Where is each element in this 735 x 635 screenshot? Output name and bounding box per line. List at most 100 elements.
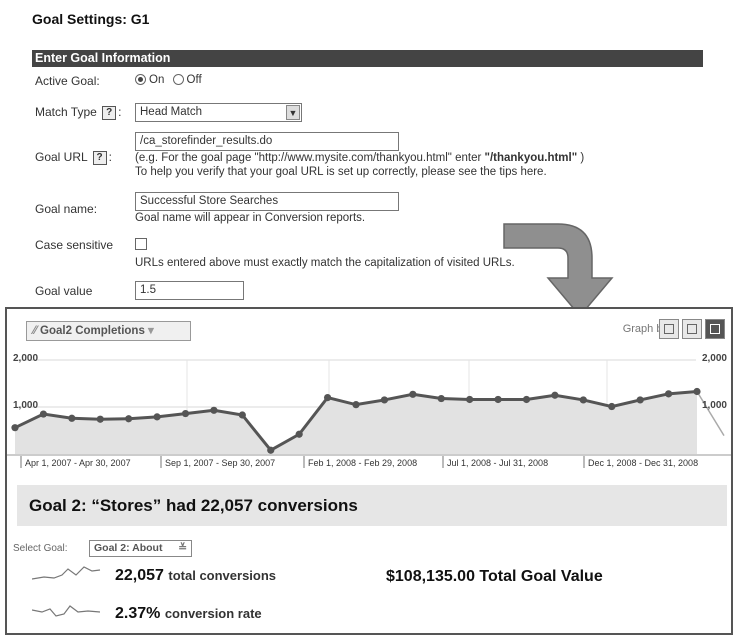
- select-goal-label: Select Goal:: [13, 543, 68, 554]
- section-header: Enter Goal Information: [32, 50, 703, 67]
- goal-value-wrap: 1.5: [135, 281, 244, 300]
- goal-url-input[interactable]: /ca_storefinder_results.do: [135, 132, 399, 151]
- total-goal-value: $108,135.00 Total Goal Value: [386, 568, 603, 585]
- y-tick-label-left: 2,000: [13, 353, 38, 364]
- calendar-week-icon: [687, 324, 697, 334]
- match-type-wrap: Head Match ▼: [135, 103, 302, 122]
- x-tick-label: Sep 1, 2007 - Sep 30, 2007: [165, 458, 275, 468]
- data-point: [466, 395, 474, 404]
- chevron-down-icon: ≚: [178, 542, 187, 554]
- case-sensitive-label: Case sensitive: [35, 238, 114, 252]
- data-point: [380, 396, 389, 404]
- active-goal-label: Active Goal:: [35, 74, 100, 88]
- graph-by-month-button[interactable]: [705, 319, 725, 339]
- conversion-rate: 2.37% conversion rate: [115, 605, 262, 623]
- data-point: [409, 390, 417, 398]
- x-tick-label: Feb 1, 2008 - Feb 29, 2008: [308, 458, 417, 468]
- goal-chart: 2,000 2,000 1,000 1,000 Apr 1, 2007 - Apr 30…: [7, 342, 731, 472]
- conversions-sparkline-icon: [32, 566, 101, 580]
- active-goal-control: On Off: [135, 74, 202, 86]
- data-point: [352, 401, 360, 409]
- help-icon[interactable]: ?: [102, 105, 117, 120]
- goal-name-input[interactable]: Successful Store Searches: [135, 192, 399, 211]
- help-icon[interactable]: ?: [92, 150, 107, 165]
- goal-url-hint: (e.g. For the goal page "http://www.mysi…: [135, 151, 584, 165]
- goal-summary: Goal 2: “Stores” had 22,057 conversions: [17, 485, 727, 526]
- data-point: [295, 430, 303, 438]
- conversion-rate-sparkline-icon: [32, 605, 101, 617]
- calendar-month-icon: [710, 324, 720, 334]
- x-tick-label: Dec 1, 2008 - Dec 31, 2008: [588, 458, 698, 468]
- goal-value-label: Goal value: [35, 284, 93, 298]
- data-point: [636, 396, 644, 404]
- case-sensitive-checkbox[interactable]: [135, 238, 147, 250]
- select-goal-dropdown[interactable]: Goal 2: About ≚: [89, 540, 192, 557]
- match-type-suffix: :: [118, 105, 122, 119]
- case-sensitive-note: URLs entered above must exactly match th…: [135, 257, 515, 269]
- series-tail: [696, 391, 725, 437]
- tab-label: Goal2 Completions: [40, 325, 145, 337]
- x-tick-label: Jul 1, 2008 - Jul 31, 2008: [447, 458, 548, 468]
- goal-url-hint-bold: "/thankyou.html": [484, 152, 578, 164]
- data-point: [267, 446, 275, 454]
- match-type-value: Head Match: [140, 106, 203, 118]
- data-point: [437, 394, 445, 403]
- match-type-select[interactable]: Head Match ▼: [135, 103, 302, 122]
- goal-name-wrap: Successful Store Searches Goal name will…: [135, 192, 399, 225]
- y-tick-label-left: 1,000: [13, 400, 38, 411]
- x-tick-label: Apr 1, 2007 - Apr 30, 2007: [25, 458, 131, 468]
- graph-by-week-button[interactable]: [682, 319, 702, 339]
- conversion-rate-label: conversion rate: [164, 606, 262, 621]
- total-conversions-value: 22,057: [115, 567, 164, 584]
- data-point: [153, 413, 161, 421]
- goal-url-hint-suffix: ): [577, 152, 585, 164]
- active-on-label: On: [149, 74, 165, 86]
- goal-value-input[interactable]: 1.5: [135, 281, 244, 300]
- page-title: Goal Settings: G1: [32, 11, 150, 27]
- data-point: [551, 391, 559, 399]
- data-point: [238, 411, 246, 419]
- goal-form: Enter Goal Information Active Goal: On O…: [32, 50, 703, 300]
- data-point: [210, 406, 218, 414]
- active-off-radio[interactable]: [172, 74, 184, 86]
- goal-url-label-row: Goal URL ?:: [35, 150, 112, 165]
- report-panel: ⁄⁄ Goal2 Completions ▾ Graph by: 2,000 2,…: [5, 307, 733, 635]
- data-point: [11, 424, 19, 432]
- data-point: [125, 415, 133, 423]
- select-goal-value: Goal 2: About: [94, 542, 163, 554]
- goal-url-label: Goal URL: [35, 150, 88, 164]
- data-point: [39, 410, 48, 418]
- graph-by-day-button[interactable]: [659, 319, 679, 339]
- conversion-rate-value: 2.37%: [115, 605, 161, 622]
- chart-svg: 2,000 2,000 1,000 1,000 Apr 1, 2007 - Apr 30…: [7, 353, 731, 468]
- goal-name-label: Goal name:: [35, 202, 98, 216]
- data-point: [181, 409, 190, 418]
- line-chart-icon: ⁄⁄: [33, 325, 37, 337]
- data-point: [494, 395, 502, 404]
- goal-completions-tab[interactable]: ⁄⁄ Goal2 Completions ▾: [26, 321, 191, 341]
- case-sensitive-wrap: URLs entered above must exactly match th…: [135, 238, 515, 270]
- goal-url-hint-prefix: (e.g. For the goal page "http://www.mysi…: [135, 152, 485, 164]
- data-point: [96, 415, 104, 423]
- goal-name-note: Goal name will appear in Conversion repo…: [135, 212, 366, 224]
- total-conversions-label: total conversions: [168, 568, 277, 583]
- data-point: [608, 402, 616, 411]
- data-point: [522, 395, 531, 404]
- data-point: [579, 396, 587, 404]
- data-point: [68, 414, 76, 422]
- match-type-label: Match Type: [35, 105, 97, 119]
- y-tick-label-right: 1,000: [702, 400, 727, 411]
- data-point: [693, 387, 701, 396]
- chevron-down-icon: ▼: [286, 105, 300, 120]
- active-on-radio[interactable]: [135, 74, 146, 86]
- data-point: [323, 394, 332, 402]
- dropdown-arrow-icon: ▾: [148, 325, 154, 337]
- y-tick-label-right: 2,000: [702, 353, 727, 364]
- goal-url-wrap: /ca_storefinder_results.do (e.g. For the…: [135, 132, 584, 179]
- series-area: [15, 391, 697, 454]
- goal-url-suffix: :: [108, 150, 112, 164]
- goal-url-tip[interactable]: To help you verify that your goal URL is…: [135, 165, 584, 179]
- data-point: [664, 390, 673, 398]
- active-off-label: Off: [186, 74, 202, 86]
- total-conversions: 22,057 total conversions: [115, 567, 276, 585]
